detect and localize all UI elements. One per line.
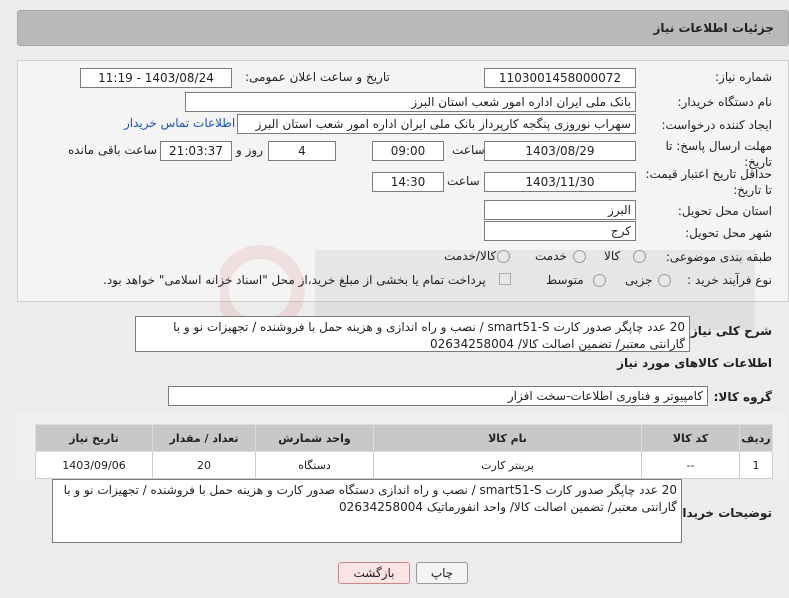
city-label: شهر محل تحویل: xyxy=(685,226,772,240)
days-field: 4 xyxy=(268,141,336,161)
days-label: روز و xyxy=(236,143,263,157)
cell-name: پرینتر کارت xyxy=(373,451,642,479)
category-option-both: کالا/خدمت xyxy=(444,249,497,263)
reply-date-field: 1403/08/29 xyxy=(484,141,636,161)
validity-time-label: ساعت xyxy=(447,174,480,188)
category-option-goods: کالا xyxy=(604,249,621,263)
cell-unit: دستگاه xyxy=(255,451,374,479)
col-header-row-num: ردیف xyxy=(739,424,773,452)
need-summary-label: شرح کلی نیاز: xyxy=(686,324,772,338)
goods-table: ردیف کد کالا نام کالا واحد شمارش تعداد /… xyxy=(35,424,773,479)
treasury-payment-checkbox[interactable] xyxy=(499,273,511,285)
province-field: البرز xyxy=(484,200,636,220)
need-number-label: شماره نیاز: xyxy=(715,70,772,84)
cell-code: -- xyxy=(641,451,740,479)
reply-time-field: 09:00 xyxy=(372,141,444,161)
reply-time-label: ساعت xyxy=(452,143,485,157)
col-header-date: تاریخ نیاز xyxy=(35,424,153,452)
need-summary-text: 20 عدد چاپگر صدور کارت smart51-S / نصب و… xyxy=(135,316,690,352)
goods-info-title: اطلاعات کالاهای مورد نیاز xyxy=(617,356,772,370)
category-radio-service[interactable] xyxy=(573,250,586,263)
contact-info-link[interactable]: اطلاعات تماس خریدار xyxy=(124,116,235,130)
remaining-time-field: 21:03:37 xyxy=(160,141,232,161)
category-radio-goods[interactable] xyxy=(633,250,646,263)
col-header-name: نام کالا xyxy=(373,424,642,452)
creator-field: سهراب نوروزی پنگجه کارپرداز بانک ملی ایر… xyxy=(237,114,636,134)
table-header-row: ردیف کد کالا نام کالا واحد شمارش تعداد /… xyxy=(35,424,773,452)
buyer-org-field: بانک ملی ایران اداره امور شعب استان البر… xyxy=(185,92,636,112)
announce-label: تاریخ و ساعت اعلان عمومی: xyxy=(245,70,390,84)
table-row: 1 -- پرینتر کارت دستگاه 20 1403/09/06 xyxy=(35,451,773,479)
process-radio-medium[interactable] xyxy=(593,274,606,287)
category-label: طبقه بندی موضوعی: xyxy=(665,250,772,264)
col-header-code: کد کالا xyxy=(641,424,740,452)
announce-field: 1403/08/24 - 11:19 xyxy=(80,68,232,88)
buyer-notes-label: توضیحات خریدار: xyxy=(670,506,772,520)
validity-time-field: 14:30 xyxy=(372,172,444,192)
need-number-field: 1103001458000072 xyxy=(484,68,636,88)
province-label: استان محل تحویل: xyxy=(677,204,772,218)
cell-date: 1403/09/06 xyxy=(35,451,153,479)
goods-group-label: گروه کالا: xyxy=(713,390,772,404)
page-title: جزئیات اطلاعات نیاز xyxy=(653,21,774,35)
process-radio-minor[interactable] xyxy=(658,274,671,287)
col-header-unit: واحد شمارش xyxy=(255,424,374,452)
cell-row-num: 1 xyxy=(739,451,773,479)
buyer-notes-text: 20 عدد چاپگر صدور کارت smart51-S / نصب و… xyxy=(52,479,682,543)
process-label: نوع فرآیند خرید : xyxy=(687,273,772,287)
remaining-label: ساعت باقی مانده xyxy=(68,143,158,157)
panel-header: جزئیات اطلاعات نیاز xyxy=(17,10,789,46)
city-field: کرج xyxy=(484,221,636,241)
print-button[interactable]: چاپ xyxy=(416,562,468,584)
price-validity-label: حداقل تاریخ اعتبار قیمت: تا تاریخ: xyxy=(645,167,772,197)
back-button[interactable]: بازگشت xyxy=(338,562,410,584)
category-radio-both[interactable] xyxy=(497,250,510,263)
cell-quantity: 20 xyxy=(152,451,256,479)
col-header-quantity: تعداد / مقدار xyxy=(152,424,256,452)
creator-label: ایجاد کننده درخواست: xyxy=(661,118,772,132)
buyer-org-label: نام دستگاه خریدار: xyxy=(677,95,773,109)
category-option-service: خدمت xyxy=(535,249,567,263)
treasury-payment-note: پرداخت تمام یا بخشی از مبلغ خرید،از محل … xyxy=(103,273,486,287)
validity-date-field: 1403/11/30 xyxy=(484,172,636,192)
process-option-minor: جزیی xyxy=(625,273,653,287)
goods-group-field: کامپیوتر و فناوری اطلاعات-سخت افزار xyxy=(168,386,708,406)
process-option-medium: متوسط xyxy=(546,273,584,287)
